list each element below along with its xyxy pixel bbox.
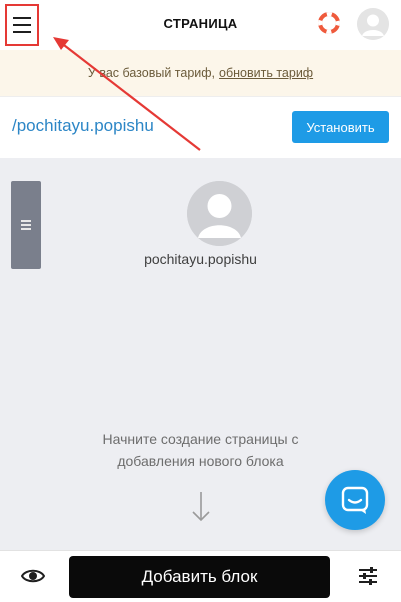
tariff-notice: У вас базовый тариф, обновить тариф [0,50,401,96]
top-header: СТРАНИЦА [0,0,401,50]
add-block-button[interactable]: Добавить блок [69,556,330,598]
hamburger-menu-icon [13,15,31,36]
user-avatar-icon[interactable] [357,8,389,40]
page-url[interactable]: /pochitayu.popishu [12,116,154,136]
empty-page-hint: Начните создание страницы с добавления н… [60,428,341,472]
support-chat-button[interactable] [325,470,385,530]
install-button[interactable]: Установить [292,111,389,143]
profile-name: pochitayu.popishu [144,251,257,267]
lifebuoy-icon[interactable] [318,12,340,34]
drag-handle-icon [21,219,31,231]
page-title: СТРАНИЦА [163,16,238,31]
tariff-notice-text: У вас базовый тариф, [87,66,216,80]
profile-avatar[interactable] [187,181,252,246]
arrow-down-icon [190,490,212,524]
hamburger-menu-button[interactable] [5,4,39,46]
hint-line-1: Начните создание страницы с [102,431,299,447]
eye-icon[interactable] [20,567,46,585]
upgrade-tariff-link[interactable]: обновить тариф [219,66,313,80]
hint-line-2: добавления нового блока [117,453,284,469]
chat-icon [341,486,369,514]
sliders-icon[interactable] [358,567,378,585]
